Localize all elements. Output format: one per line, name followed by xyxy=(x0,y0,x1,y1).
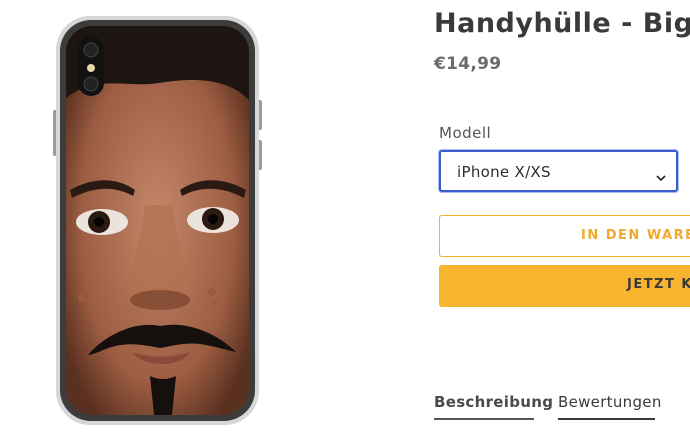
product-title: Handyhülle - Big xyxy=(434,8,690,39)
model-select[interactable]: iPhone X/XS xyxy=(439,150,678,192)
model-label: Modell xyxy=(439,124,492,142)
product-image[interactable] xyxy=(0,0,330,432)
tab-description-underline xyxy=(434,418,534,420)
tab-reviews[interactable]: Bewertungen xyxy=(558,393,662,411)
phone-case-illustration xyxy=(53,16,262,425)
tab-description[interactable]: Beschreibung xyxy=(434,393,553,411)
add-to-cart-label: IN DEN WAREN xyxy=(581,228,690,243)
product-price: €14,99 xyxy=(434,54,502,74)
tab-reviews-underline xyxy=(558,418,655,420)
buy-now-button[interactable]: JETZT K xyxy=(439,265,690,307)
buy-now-label: JETZT K xyxy=(627,277,690,292)
model-select-value: iPhone X/XS xyxy=(457,163,551,181)
add-to-cart-button[interactable]: IN DEN WAREN xyxy=(439,215,690,257)
chevron-down-icon xyxy=(656,167,666,186)
